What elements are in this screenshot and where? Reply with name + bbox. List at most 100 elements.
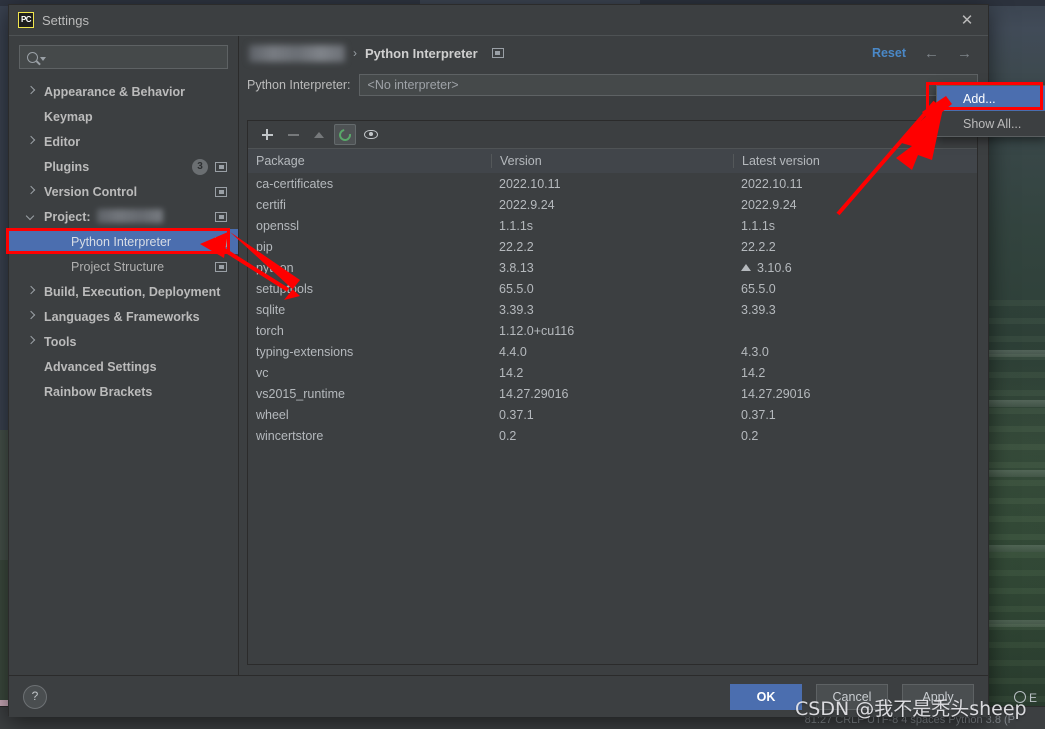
table-row[interactable]: typing-extensions 4.4.0 4.3.0 <box>248 341 977 362</box>
column-header-package[interactable]: Package <box>248 154 491 168</box>
cell-package: pip <box>256 239 273 254</box>
interpreter-combobox[interactable]: <No interpreter> <box>358 74 978 96</box>
cell-version: 1.1.1s <box>499 218 534 233</box>
reset-button[interactable]: Reset <box>872 46 906 60</box>
search-box[interactable] <box>19 45 228 69</box>
cell-latest-version: 2022.10.11 <box>741 176 803 191</box>
arrow-right-icon[interactable]: → <box>957 45 972 62</box>
chevron-right-icon[interactable] <box>27 137 36 146</box>
sidebar-item-label: Plugins <box>44 159 90 174</box>
chevron-right-icon[interactable] <box>27 287 36 296</box>
sidebar-item-tools[interactable]: Tools <box>9 329 238 354</box>
cell-version: 2022.10.11 <box>499 176 561 191</box>
cell-version: 1.12.0+cu116 <box>499 323 575 338</box>
open-in-window-icon[interactable] <box>215 161 227 172</box>
sidebar-item-version-control[interactable]: Version Control <box>9 179 238 204</box>
sidebar-item-label: Languages & Frameworks <box>44 309 200 324</box>
table-row[interactable]: torch 1.12.0+cu116 <box>248 320 977 341</box>
cell-package: sqlite <box>256 302 286 317</box>
menu-item-show-all[interactable]: Show All... <box>937 111 1045 136</box>
close-icon[interactable]: ✕ <box>956 12 978 30</box>
open-in-window-icon[interactable] <box>215 186 227 197</box>
packages-toolbar <box>248 121 977 148</box>
open-in-window-icon[interactable] <box>491 48 504 58</box>
table-row[interactable]: ca-certificates 2022.10.11 2022.10.11 <box>248 173 977 194</box>
open-in-window-icon[interactable] <box>215 211 227 222</box>
sidebar-item-editor[interactable]: Editor <box>9 129 238 154</box>
cell-package: typing-extensions <box>256 344 354 359</box>
cell-version: 3.39.3 <box>499 302 534 317</box>
upgrade-arrow-icon <box>314 131 324 138</box>
chevron-down-icon[interactable] <box>27 212 36 221</box>
interpreter-label: Python Interpreter: <box>247 78 351 92</box>
pycharm-logo-icon: PC <box>18 12 34 28</box>
ok-button[interactable]: OK <box>730 683 802 710</box>
table-row[interactable]: sqlite 3.39.3 3.39.3 <box>248 299 977 320</box>
interpreter-value: <No interpreter> <box>367 78 459 92</box>
interpreter-dropdown-menu[interactable]: Add... Show All... <box>936 85 1045 137</box>
column-header-version[interactable]: Version <box>491 154 733 168</box>
sidebar-item-label: Rainbow Brackets <box>44 384 153 399</box>
search-input[interactable] <box>46 49 227 65</box>
search-icon <box>27 51 38 63</box>
dialog-body: Appearance & Behavior Keymap Editor Plugins… <box>9 36 988 675</box>
cell-latest-version: 0.37.1 <box>741 407 776 422</box>
cell-package: certifi <box>256 197 286 212</box>
cell-latest-version: 4.3.0 <box>741 344 769 359</box>
sidebar-item-plugins[interactable]: Plugins 3 <box>9 154 238 179</box>
open-in-window-icon[interactable] <box>215 261 227 272</box>
sidebar-item-rainbow-brackets[interactable]: Rainbow Brackets <box>9 379 238 404</box>
table-row[interactable]: python 3.8.13 3.10.6 <box>248 257 977 278</box>
open-in-window-icon[interactable] <box>215 236 227 247</box>
dialog-title: Settings <box>42 12 89 28</box>
cell-version: 0.2 <box>499 428 517 443</box>
cell-latest-version-text: 3.10.6 <box>757 260 792 275</box>
sidebar-item-label: Tools <box>44 334 77 349</box>
chevron-right-icon[interactable] <box>27 187 36 196</box>
sidebar-item-project-structure[interactable]: Project Structure <box>9 254 238 279</box>
cell-version: 14.2 <box>499 365 524 380</box>
cell-package: vs2015_runtime <box>256 386 345 401</box>
sidebar-search-wrap <box>9 36 238 75</box>
sidebar-item-label: Project Structure <box>71 259 165 274</box>
table-row[interactable]: vs2015_runtime 14.27.29016 14.27.29016 <box>248 383 977 404</box>
help-button[interactable]: ? <box>23 684 47 709</box>
refresh-package-button[interactable] <box>334 124 356 145</box>
breadcrumb-separator: › <box>353 46 357 60</box>
arrow-left-icon[interactable]: ← <box>924 45 939 62</box>
table-row[interactable]: certifi 2022.9.24 2022.9.24 <box>248 194 977 215</box>
sidebar-item-build-execution-deployment[interactable]: Build, Execution, Deployment <box>9 279 238 304</box>
table-row[interactable]: wincertstore 0.2 0.2 <box>248 425 977 446</box>
sidebar-item-python-interpreter[interactable]: Python Interpreter <box>9 229 238 254</box>
table-row[interactable]: openssl 1.1.1s 1.1.1s <box>248 215 977 236</box>
eye-package-button[interactable] <box>360 124 382 145</box>
settings-sidebar: Appearance & Behavior Keymap Editor Plugins… <box>9 36 239 675</box>
cell-package: python <box>256 260 294 275</box>
table-row[interactable]: pip 22.2.2 22.2.2 <box>248 236 977 257</box>
plus-package-button[interactable] <box>256 124 278 145</box>
table-row[interactable]: vc 14.2 14.2 <box>248 362 977 383</box>
sidebar-item-advanced-settings[interactable]: Advanced Settings <box>9 354 238 379</box>
cell-version: 3.8.13 <box>499 260 534 275</box>
sidebar-item-keymap[interactable]: Keymap <box>9 104 238 129</box>
breadcrumb-project-name-redacted <box>249 44 345 62</box>
sidebar-item-label: Appearance & Behavior <box>44 84 186 99</box>
column-header-latest-version[interactable]: Latest version <box>733 154 977 168</box>
sidebar-item-label: Keymap <box>44 109 93 124</box>
chevron-right-icon[interactable] <box>27 312 36 321</box>
chevron-right-icon[interactable] <box>27 337 36 346</box>
menu-item-add[interactable]: Add... <box>937 86 1045 111</box>
packages-table-body[interactable]: ca-certificates 2022.10.11 2022.10.11 certi… <box>248 173 977 664</box>
chevron-right-icon[interactable] <box>27 87 36 96</box>
sidebar-item-languages-frameworks[interactable]: Languages & Frameworks <box>9 304 238 329</box>
sidebar-item-project[interactable]: Project: <box>9 204 238 229</box>
cell-latest-version: 14.2 <box>741 365 766 380</box>
interpreter-row: Python Interpreter: <No interpreter> <box>239 70 988 100</box>
sidebar-item-label: Version Control <box>44 184 138 199</box>
table-row[interactable]: setuptools 65.5.0 65.5.0 <box>248 278 977 299</box>
sidebar-item-appearance-behavior[interactable]: Appearance & Behavior <box>9 79 238 104</box>
minus-package-button <box>282 124 304 145</box>
table-row[interactable]: wheel 0.37.1 0.37.1 <box>248 404 977 425</box>
